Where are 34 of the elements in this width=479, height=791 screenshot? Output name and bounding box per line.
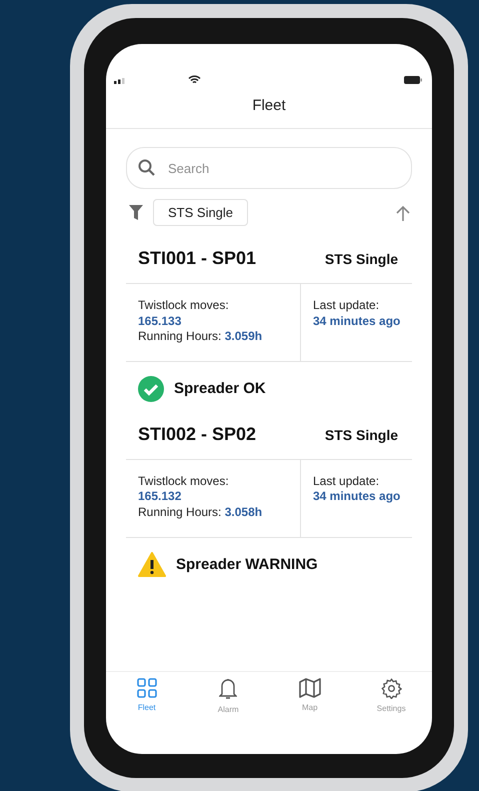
twistlock-label: Twistlock moves: (138, 298, 230, 314)
settings-icon (380, 678, 402, 699)
search-field[interactable]: Search (126, 147, 412, 189)
update-label: Last update: (313, 474, 380, 490)
grid-icon (136, 678, 157, 698)
sort-arrow-icon[interactable] (396, 204, 410, 220)
bell-icon (219, 678, 238, 700)
hours-label: Running Hours: (138, 329, 222, 344)
spreader-type: STS Single (324, 251, 398, 267)
spreader-name[interactable]: STI002 - SP02 (138, 424, 256, 445)
twistlock-label: Twistlock moves: (138, 474, 230, 490)
wifi-icon (188, 75, 201, 85)
filter-chip[interactable]: STS Single (153, 199, 248, 226)
spreader-type: STS Single (324, 426, 398, 443)
hours-value: 3.058h (224, 504, 262, 519)
status-label: Spreader WARNING (176, 556, 318, 573)
hours-label: Running Hours: (138, 504, 222, 519)
update-label: Last update: (313, 298, 380, 314)
twistlock-value: 165.132 (138, 489, 182, 505)
status-label: Spreader OK (174, 380, 266, 398)
battery-icon (404, 76, 422, 84)
hours-value: 3.059h (224, 329, 262, 344)
tab[interactable]: Settings (350, 678, 432, 714)
tab[interactable]: Map (269, 678, 350, 714)
search-icon (138, 159, 155, 176)
map-icon (298, 678, 321, 698)
twistlock-value: 165.133 (138, 314, 182, 330)
filter-icon[interactable] (129, 205, 143, 220)
tab[interactable]: Fleet (106, 678, 188, 714)
update-value: 34 minutes ago (313, 314, 400, 330)
screen-title: Fleet (106, 85, 432, 129)
spreader-name[interactable]: STI001 - SP01 (138, 248, 256, 269)
update-value: 34 minutes ago (313, 489, 400, 505)
tab[interactable]: Alarm (188, 678, 269, 714)
